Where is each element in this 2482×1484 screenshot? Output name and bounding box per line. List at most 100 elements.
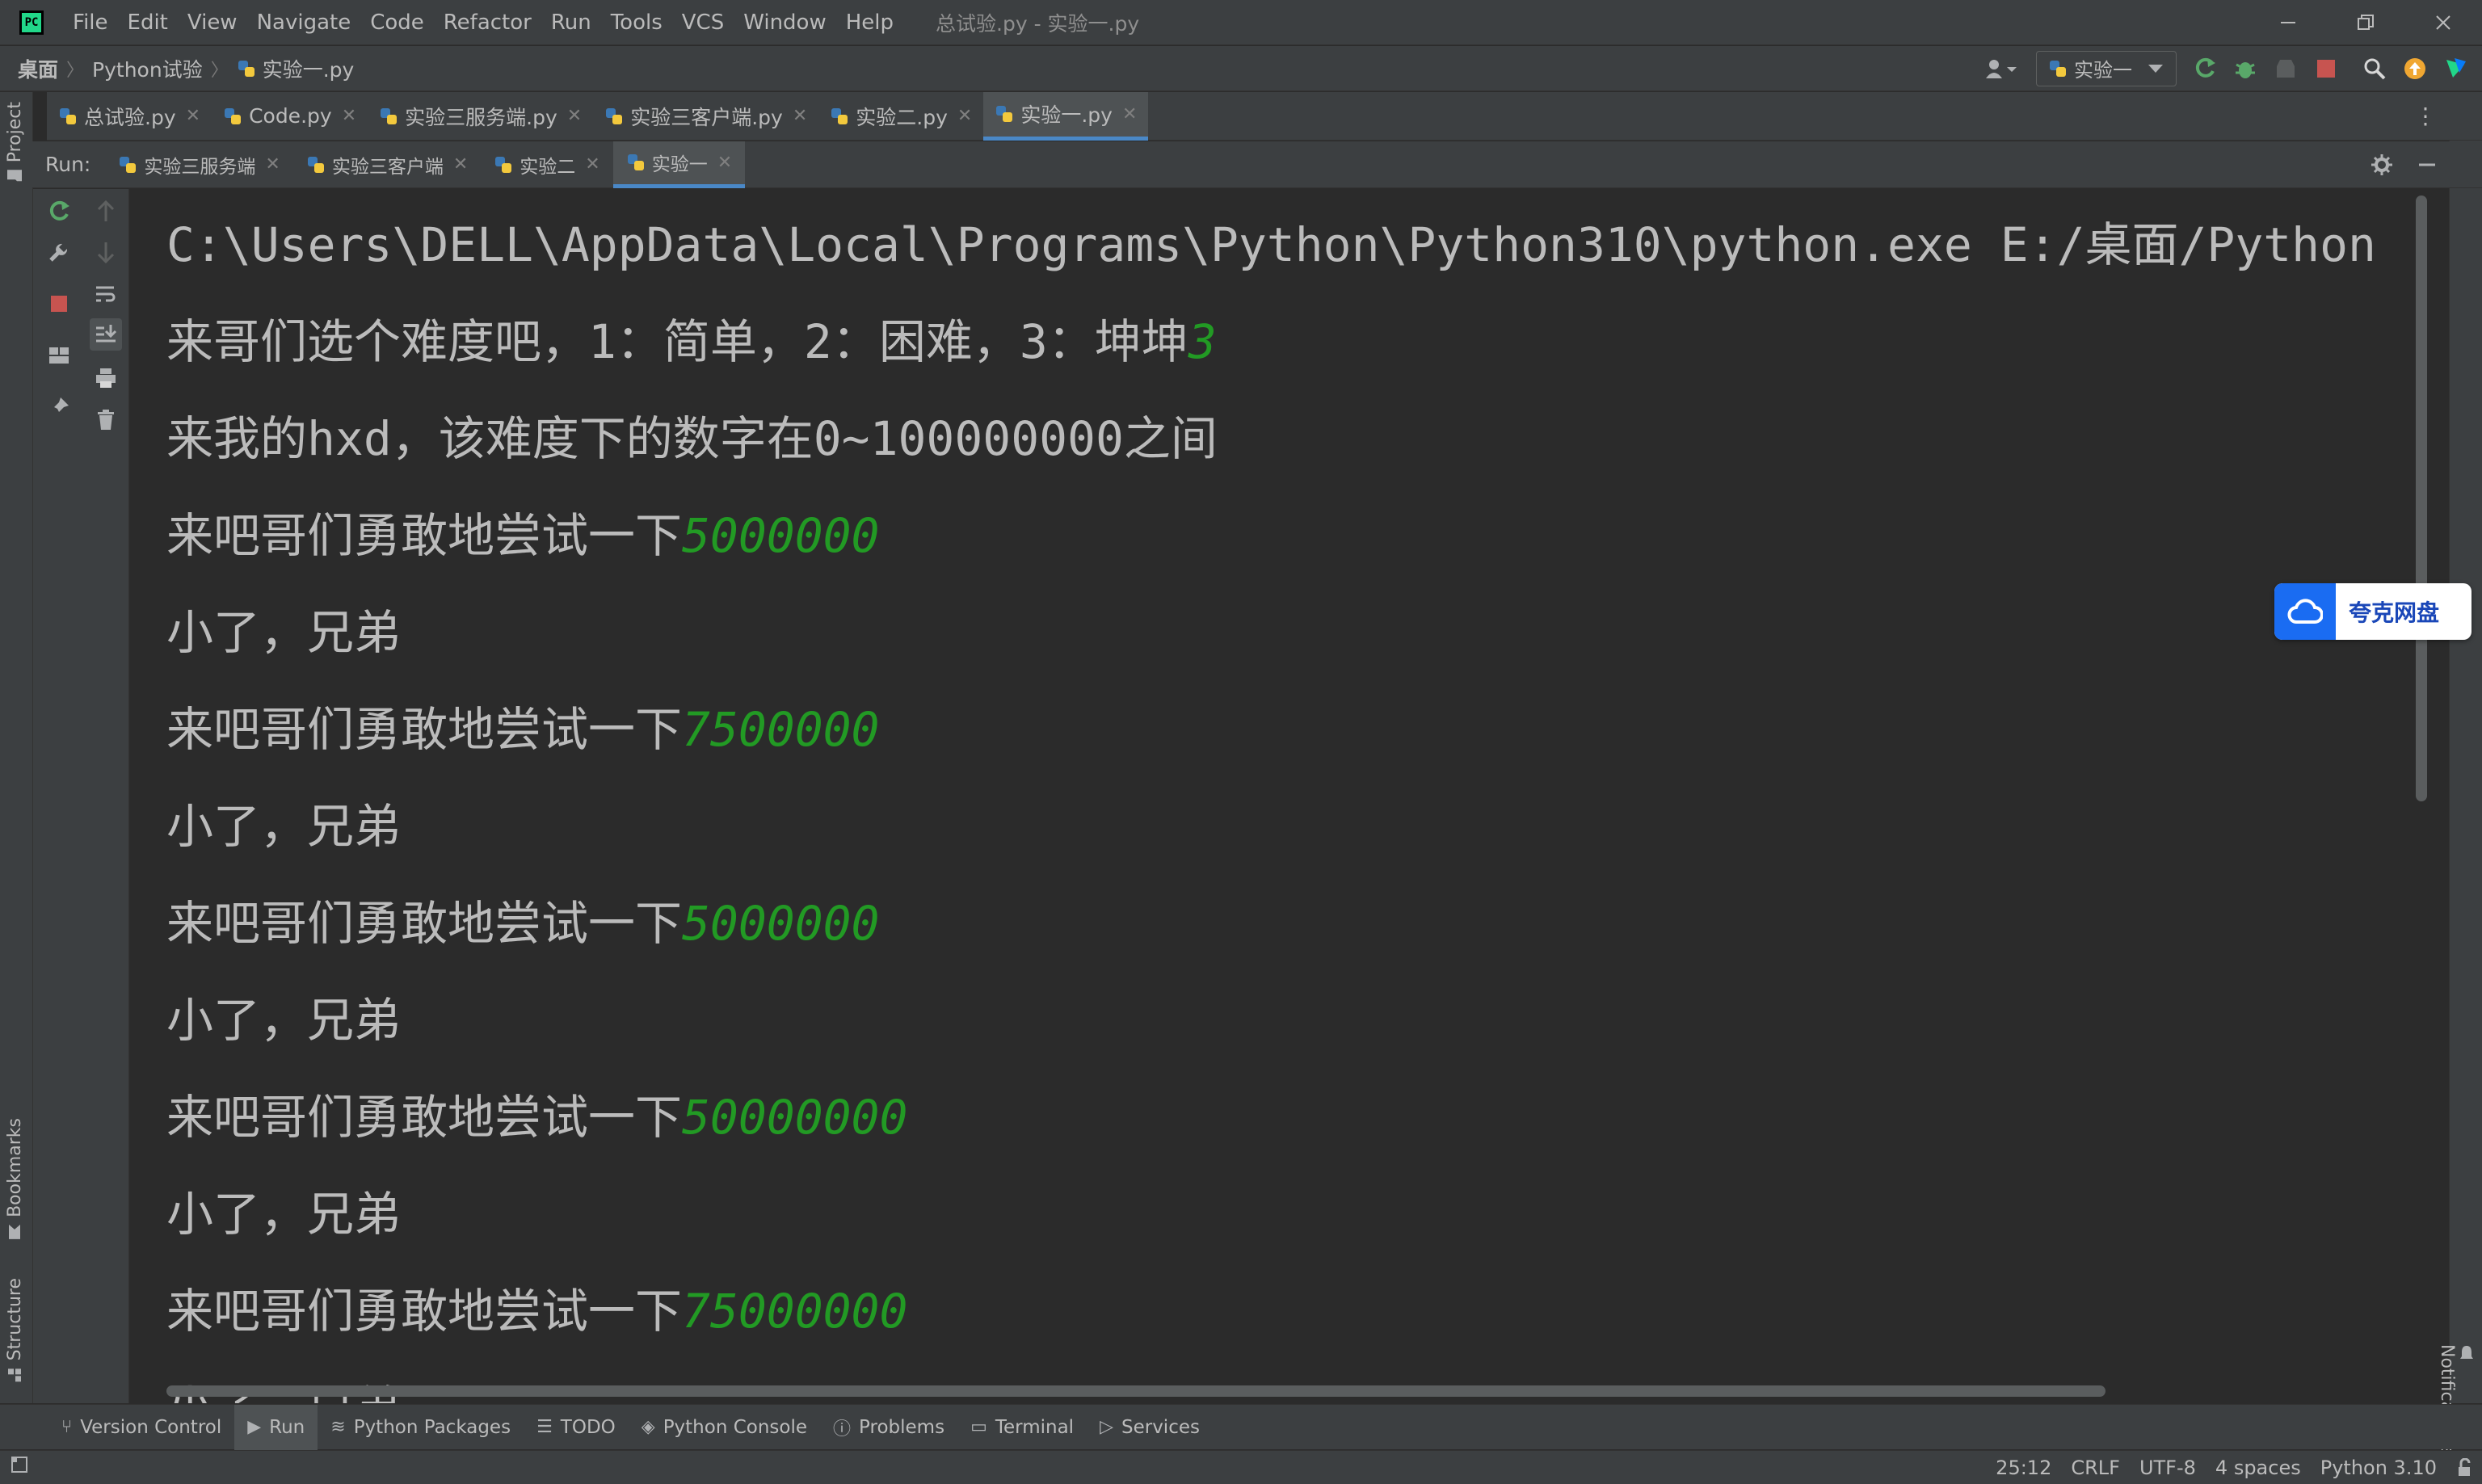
toolwindow-python-packages[interactable]: ≋ Python Packages — [318, 1405, 524, 1450]
tab-zong-shiyan[interactable]: 总试验.py ✕ — [47, 92, 212, 141]
bookmarks-tool-button[interactable]: Bookmarks — [5, 1118, 25, 1240]
console-output: 小了，兄弟 — [166, 605, 402, 660]
toolbox-logo-icon[interactable] — [2440, 53, 2471, 84]
menu-run[interactable]: Run — [541, 11, 601, 35]
breadcrumb-project[interactable]: Python试验 — [92, 54, 203, 83]
update-icon[interactable] — [2400, 53, 2430, 84]
console-line: 小了，兄弟 — [166, 788, 401, 856]
close-tab-icon[interactable]: ✕ — [342, 106, 356, 126]
tab-shiyan3-server[interactable]: 实验三服务端.py ✕ — [368, 92, 593, 141]
tab-shiyan1[interactable]: 实验一.py ✕ — [983, 91, 1149, 141]
python-file-icon — [238, 60, 255, 77]
run-config-selector[interactable]: 实验一 — [2036, 50, 2177, 86]
tab-shiyan3-client[interactable]: 实验三客户端.py ✕ — [593, 92, 818, 141]
vertical-scrollbar[interactable] — [2416, 195, 2427, 801]
user-icon[interactable] — [1978, 53, 2023, 84]
close-tab-icon[interactable]: ✕ — [265, 154, 280, 174]
close-tab-icon[interactable]: ✕ — [717, 153, 732, 173]
minimize-icon[interactable] — [2249, 0, 2327, 45]
pin-icon[interactable] — [43, 391, 75, 423]
menu-refactor[interactable]: Refactor — [434, 11, 541, 35]
tab-code[interactable]: Code.py ✕ — [212, 92, 368, 141]
breadcrumb-file[interactable]: 实验一.py — [237, 54, 354, 83]
tab-label: 实验二.py — [856, 105, 948, 129]
menu-tools[interactable]: Tools — [601, 11, 672, 35]
gear-icon[interactable] — [2371, 153, 2393, 176]
run-tab-label: 实验三客户端 — [331, 156, 444, 178]
menu-code[interactable]: Code — [360, 11, 434, 35]
project-tool-button[interactable]: Project — [5, 102, 25, 183]
run-tab-shiyan1[interactable]: 实验一 ✕ — [612, 141, 746, 188]
menu-help[interactable]: Help — [836, 11, 903, 35]
lock-icon[interactable] — [2456, 1457, 2474, 1478]
close-tab-icon[interactable]: ✕ — [186, 106, 200, 126]
menu-view[interactable]: View — [178, 11, 247, 35]
run-tab-shiyan2[interactable]: 实验二 ✕ — [481, 141, 612, 188]
python-file-icon — [606, 107, 623, 124]
close-tab-icon[interactable]: ✕ — [793, 106, 807, 126]
indent-setting[interactable]: 4 spaces — [2215, 1457, 2301, 1479]
toolwindow-python-console[interactable]: ◈ Python Console — [629, 1405, 820, 1450]
run-console[interactable]: C:\Users\DELL\AppData\Local\Programs\Pyt… — [129, 189, 2434, 1403]
toolwindow-label: Python Console — [663, 1416, 808, 1438]
menu-edit[interactable]: Edit — [118, 11, 178, 35]
structure-tool-button[interactable]: Structure — [5, 1278, 25, 1383]
menu-window[interactable]: Window — [734, 11, 836, 35]
breadcrumb: 桌面 〉 Python试验 〉 实验一.py — [18, 54, 354, 83]
run-tab-shiyan3-client[interactable]: 实验三客户端 ✕ — [293, 141, 481, 188]
console-user-input: 3 — [1188, 314, 1217, 369]
stop-icon[interactable] — [43, 288, 75, 320]
menu-vcs[interactable]: VCS — [672, 11, 734, 35]
close-tab-icon[interactable]: ✕ — [453, 154, 468, 174]
horizontal-scrollbar[interactable] — [166, 1385, 2105, 1397]
line-separator[interactable]: CRLF — [2071, 1457, 2120, 1479]
debug-icon[interactable] — [2230, 53, 2261, 84]
rerun-icon[interactable] — [2190, 53, 2220, 84]
close-tab-icon[interactable]: ✕ — [567, 106, 582, 126]
search-icon[interactable] — [2359, 53, 2390, 84]
console-output: 小了，兄弟 — [166, 799, 402, 854]
print-icon[interactable] — [90, 362, 122, 394]
menu-file[interactable]: File — [63, 11, 118, 35]
breadcrumb-desktop[interactable]: 桌面 — [18, 54, 58, 83]
quark-cloud-widget[interactable]: 夸克网盘 — [2274, 583, 2471, 640]
wrench-icon[interactable] — [43, 236, 75, 268]
toolwindow-todo[interactable]: ☰ TODO — [524, 1405, 629, 1450]
hide-panel-icon[interactable] — [2417, 155, 2437, 174]
toolwindow-problems[interactable]: ⓘ Problems — [820, 1405, 957, 1450]
scroll-down-icon[interactable] — [90, 236, 122, 268]
more-options-icon[interactable]: ⋮ — [2414, 103, 2437, 129]
tab-label: 实验三服务端.py — [405, 105, 557, 129]
console-user-input: 7500000 — [682, 702, 880, 757]
cursor-position[interactable]: 25:12 — [1996, 1457, 2051, 1479]
coverage-icon[interactable] — [2270, 53, 2301, 84]
python-run-config-icon — [2050, 60, 2066, 77]
python-interpreter[interactable]: Python 3.10 — [2320, 1457, 2437, 1479]
tab-shiyan2[interactable]: 实验二.py ✕ — [818, 92, 983, 141]
toolwindow-version-control[interactable]: ⑂ Version Control — [48, 1405, 234, 1450]
info-icon: ⓘ — [833, 1419, 852, 1440]
python-run-icon — [120, 156, 137, 173]
trash-icon[interactable] — [90, 404, 122, 436]
layout-icon[interactable] — [43, 339, 75, 372]
scroll-up-icon[interactable] — [90, 195, 122, 228]
file-encoding[interactable]: UTF-8 — [2139, 1457, 2196, 1479]
scroll-to-end-icon[interactable] — [90, 318, 122, 351]
toolwindow-run[interactable]: ▶ Run — [234, 1404, 318, 1450]
toolwindow-services[interactable]: ▷ Services — [1087, 1405, 1213, 1450]
soft-wrap-icon[interactable] — [90, 278, 122, 310]
panel-toggle-icon[interactable] — [10, 1455, 29, 1480]
stop-icon[interactable] — [2311, 53, 2341, 84]
toolwindow-terminal[interactable]: ▭ Terminal — [957, 1405, 1087, 1450]
console-output: 来吧哥们勇敢地尝试一下 — [166, 702, 683, 757]
rerun-icon[interactable] — [43, 195, 75, 228]
project-tool-label: Project — [5, 102, 25, 163]
close-tab-icon[interactable]: ✕ — [957, 106, 972, 126]
close-tab-icon[interactable]: ✕ — [585, 154, 599, 174]
console-output: 来吧哥们勇敢地尝试一下 — [166, 1090, 683, 1145]
menu-navigate[interactable]: Navigate — [247, 11, 361, 35]
close-window-icon[interactable] — [2404, 0, 2482, 45]
run-tab-shiyan3-server[interactable]: 实验三服务端 ✕ — [105, 141, 292, 188]
restore-icon[interactable] — [2327, 0, 2404, 45]
close-tab-icon[interactable]: ✕ — [1122, 104, 1137, 124]
